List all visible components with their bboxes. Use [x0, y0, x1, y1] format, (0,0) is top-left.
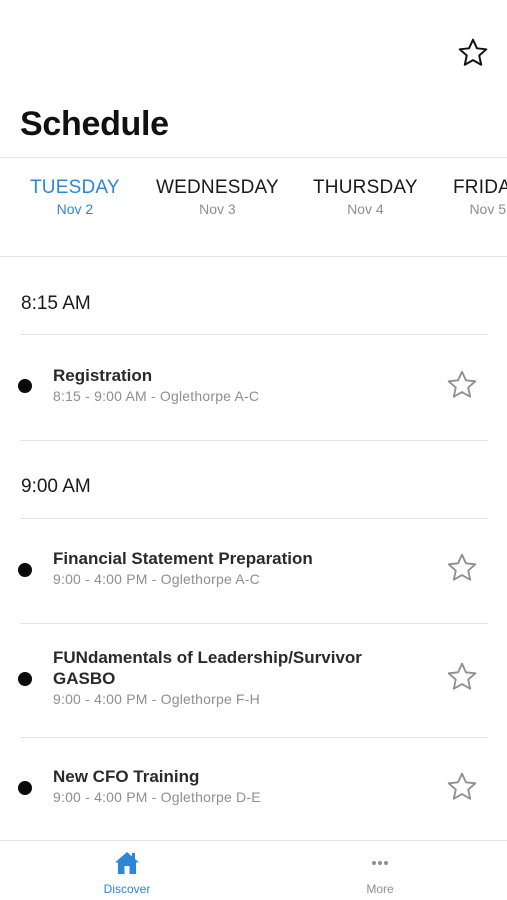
session-details: 9:00 - 4:00 PM - Oglethorpe A-C: [53, 571, 260, 587]
tab-thursday[interactable]: THURSDAY Nov 4: [313, 176, 418, 218]
tab-tuesday[interactable]: TUESDAY Nov 2: [30, 176, 120, 218]
day-name: TUESDAY: [30, 177, 120, 198]
tab-bar: Discover More: [0, 841, 507, 900]
tab-more[interactable]: More: [320, 849, 440, 899]
day-name: WEDNESDAY: [156, 177, 279, 198]
session-title: Financial Statement Preparation: [53, 549, 313, 568]
time-slot-header: 8:15 AM: [21, 293, 91, 314]
bullet-dot: [18, 563, 32, 577]
bullet-dot: [18, 672, 32, 686]
tab-label: More: [366, 882, 394, 896]
time-slot-header: 9:00 AM: [21, 476, 91, 497]
star-outline-icon[interactable]: [445, 551, 479, 585]
divider: [0, 256, 507, 257]
day-name: THURSDAY: [313, 177, 418, 198]
star-outline-icon[interactable]: [445, 770, 479, 804]
tab-wednesday[interactable]: WEDNESDAY Nov 3: [156, 176, 279, 218]
page-title: Schedule: [20, 105, 169, 143]
day-date: Nov 3: [199, 201, 236, 217]
day-date: Nov 2: [56, 201, 94, 217]
session-row[interactable]: New CFO Training 9:00 - 4:00 PM - Ogleth…: [0, 738, 507, 840]
home-icon: [115, 852, 139, 874]
session-title: Registration: [53, 366, 153, 385]
bullet-dot: [18, 781, 32, 795]
session-row[interactable]: FUNdamentals of Leadership/Survivor GASB…: [0, 624, 507, 737]
day-name: FRIDAY: [453, 177, 507, 198]
session-row[interactable]: Financial Statement Preparation 9:00 - 4…: [0, 519, 507, 623]
day-date: Nov 5: [469, 201, 507, 217]
star-outline-icon[interactable]: [456, 36, 490, 70]
session-details: 9:00 - 4:00 PM - Oglethorpe F-H: [53, 691, 260, 707]
session-details: 9:00 - 4:00 PM - Oglethorpe D-E: [53, 789, 261, 805]
more-dots-icon: [372, 861, 388, 865]
tab-friday[interactable]: FRIDAY Nov 5: [453, 176, 507, 218]
divider: [0, 157, 507, 158]
bullet-dot: [18, 379, 32, 393]
tab-discover[interactable]: Discover: [67, 849, 187, 899]
schedule-screen: Schedule TUESDAY Nov 2 WEDNESDAY Nov 3 T…: [0, 0, 507, 900]
day-tabs: TUESDAY Nov 2 WEDNESDAY Nov 3 THURSDAY N…: [0, 176, 507, 240]
day-date: Nov 4: [347, 201, 384, 217]
session-title: New CFO Training: [53, 767, 200, 786]
session-row[interactable]: Registration 8:15 - 9:00 AM - Oglethorpe…: [0, 335, 507, 440]
session-details: 8:15 - 9:00 AM - Oglethorpe A-C: [53, 388, 260, 404]
session-title: FUNdamentals of Leadership/Survivor GASB…: [53, 648, 362, 688]
star-outline-icon[interactable]: [445, 368, 479, 402]
tab-label: Discover: [103, 882, 151, 896]
divider: [20, 440, 488, 441]
star-outline-icon[interactable]: [445, 660, 479, 694]
